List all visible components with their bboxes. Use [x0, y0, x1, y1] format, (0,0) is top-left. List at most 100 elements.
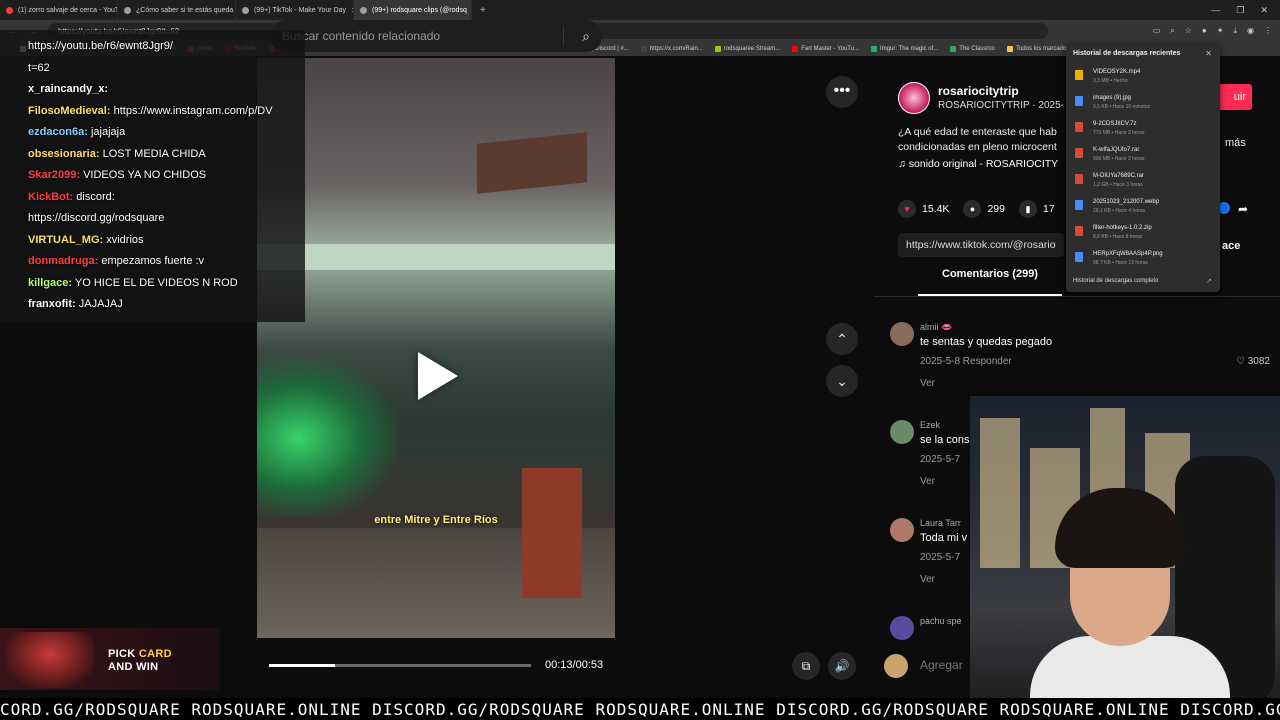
- comment-meta[interactable]: 2025-5-7: [920, 552, 960, 563]
- cast-icon[interactable]: ▭: [1153, 26, 1161, 36]
- creator-name[interactable]: rosariocitytrip: [938, 84, 1019, 98]
- bookmark-item[interactable]: Fart Master - YouTu...: [792, 46, 859, 52]
- download-item[interactable]: HERpXFqW8AASp4P.png 98,7 KB • Hace 13 hor…: [1073, 250, 1213, 274]
- browser-tab[interactable]: (1) zorro salvaje de cerca - YouT✕: [0, 0, 118, 20]
- menu-icon[interactable]: ⋮: [1264, 26, 1272, 36]
- city-building: [980, 418, 1020, 568]
- video-link-field[interactable]: https://www.tiktok.com/@rosario: [898, 233, 1064, 257]
- new-tab-button[interactable]: +: [472, 5, 494, 16]
- chat-username: KickBot:: [28, 190, 74, 203]
- tab-title: (1) zorro salvaje de cerca - YouT: [18, 6, 118, 14]
- download-item[interactable]: filter-hotkeys-1.0.2.zip 8,8 KB • Hace 8 …: [1073, 224, 1213, 248]
- bookmark-favicon-icon: [714, 46, 721, 52]
- commenter-name[interactable]: almii 👄: [920, 322, 952, 333]
- bookmark-favicon-icon: [1006, 46, 1013, 52]
- commenter-name[interactable]: Laura Tarr: [920, 518, 961, 528]
- bookmark-icon[interactable]: ▮: [1018, 200, 1037, 218]
- comment-stat[interactable]: ● 299: [963, 200, 1005, 218]
- profile-icon[interactable]: ◉: [1247, 26, 1254, 36]
- save-stat[interactable]: ▮ 17: [1018, 200, 1055, 218]
- more-options-icon[interactable]: •••: [826, 76, 858, 108]
- extension-icon[interactable]: ●: [1202, 26, 1207, 36]
- view-replies-link[interactable]: Ver: [920, 574, 935, 585]
- download-item[interactable]: M-DIUYa7689C.rar 1,2 GB • Hace 3 horas: [1073, 172, 1213, 196]
- minimize-icon[interactable]: —: [1211, 5, 1220, 16]
- sound-link[interactable]: ♫ sonido original - ROSARIOCITY: [898, 158, 1064, 170]
- video-player[interactable]: [257, 58, 615, 638]
- bookmark-item[interactable]: The Classroo: [950, 46, 995, 52]
- chat-message: https://discord.gg/rodsquare: [28, 208, 305, 230]
- file-type-icon: [1075, 174, 1083, 184]
- chat-text: JAJAJAJ: [78, 298, 123, 310]
- downloads-full-history-link[interactable]: Historial de descargas completo: [1073, 278, 1158, 284]
- download-icon[interactable]: ⤓: [1233, 26, 1237, 36]
- share-icon[interactable]: ➦: [1238, 202, 1248, 216]
- user-avatar: [884, 654, 908, 678]
- close-window-icon[interactable]: ✕: [1260, 5, 1268, 16]
- description-more[interactable]: más: [1225, 137, 1246, 149]
- volume-icon[interactable]: 🔊: [828, 652, 856, 680]
- commenter-name[interactable]: Ezek: [920, 420, 940, 430]
- pip-icon[interactable]: ⧉: [792, 652, 820, 680]
- like-stat[interactable]: ♥ 15.4K: [898, 200, 949, 218]
- view-replies-link[interactable]: Ver: [920, 476, 935, 487]
- close-icon[interactable]: ✕: [1205, 49, 1212, 58]
- star-icon[interactable]: ☆: [1185, 26, 1192, 36]
- download-filename: filter-hotkeys-1.0.2.zip: [1093, 225, 1152, 231]
- video-progress-bar[interactable]: [269, 664, 531, 667]
- add-comment-bar[interactable]: Agregar: [874, 646, 984, 686]
- download-meta: 773 MB • Hace 3 horas: [1093, 130, 1145, 136]
- like-count: 15.4K: [922, 203, 950, 215]
- chat-username: x_raincandy_x:: [28, 83, 109, 95]
- comment-likes[interactable]: ♡ 3082: [1236, 356, 1270, 367]
- view-replies-link[interactable]: Ver: [920, 378, 935, 389]
- bookmark-item[interactable]: Imgur: The magic of...: [871, 46, 938, 52]
- download-item[interactable]: K-wIfaJQUto7.rar 906 MB • Hace 3 horas: [1073, 146, 1213, 170]
- commenter-avatar[interactable]: [890, 616, 914, 640]
- comment-meta[interactable]: 2025-5-8 Responder: [920, 356, 1012, 367]
- search-input[interactable]: Buscar contenido relacionado ⌕: [270, 20, 602, 52]
- commenter-name[interactable]: pachu spe: [920, 616, 962, 626]
- bookmark-item[interactable]: https://x.com/Rain...: [640, 46, 703, 52]
- download-item[interactable]: 9-2CDSJIICV.7z 773 MB • Hace 3 horas: [1073, 120, 1213, 144]
- download-item[interactable]: VIDEOSY2K.mp4 3,3 MB • Hecho: [1073, 68, 1213, 92]
- external-link-icon[interactable]: ↗: [1206, 277, 1212, 285]
- maximize-icon[interactable]: ❐: [1236, 5, 1244, 16]
- creator-avatar[interactable]: [898, 82, 930, 114]
- bookmark-label: The Classroo: [959, 46, 995, 52]
- copy-link-button[interactable]: ace: [1222, 240, 1240, 252]
- zoom-icon[interactable]: ⌕: [1170, 26, 1174, 36]
- commenter-avatar[interactable]: [890, 420, 914, 444]
- commenter-avatar[interactable]: [890, 518, 914, 542]
- browser-tab[interactable]: (99+) TikTok - Make Your Day✕: [236, 0, 354, 20]
- chat-message: t=62: [28, 58, 305, 80]
- comment-icon[interactable]: ●: [963, 200, 982, 218]
- tab-title: (99+) TikTok - Make Your Day: [254, 6, 347, 14]
- download-meta: 28,1 KB • Hace 4 horas: [1093, 208, 1146, 214]
- bookmark-label: Imgur: The magic of...: [880, 46, 939, 52]
- play-icon[interactable]: [418, 352, 458, 400]
- previous-video-button[interactable]: ⌃: [826, 323, 858, 355]
- browser-tab-bar: (1) zorro salvaje de cerca - YouT✕¿Cómo …: [0, 0, 1280, 20]
- search-icon[interactable]: ⌕: [582, 28, 590, 45]
- next-video-button[interactable]: ⌄: [826, 365, 858, 397]
- browser-tab[interactable]: ¿Cómo saber si te estás queda✕: [118, 0, 236, 20]
- heart-icon[interactable]: ♥: [898, 200, 916, 218]
- bookmark-item[interactable]: Todos los marcadores: [1006, 46, 1075, 52]
- download-meta: 3,3 MB • Hecho: [1093, 78, 1128, 84]
- bookmark-item[interactable]: rodsquaree Stream...: [714, 46, 780, 52]
- tab-comments[interactable]: Comentarios (299): [918, 268, 1062, 296]
- promo-banner[interactable]: PICK CARD AND WIN: [0, 628, 220, 690]
- download-filename: images (9).jpg: [1093, 95, 1132, 101]
- commenter-avatar[interactable]: [890, 322, 914, 346]
- file-type-icon: [1075, 122, 1083, 132]
- puzzle-icon[interactable]: ✦: [1217, 26, 1224, 36]
- chat-username: killgace:: [28, 276, 73, 289]
- add-comment-placeholder: Agregar: [920, 658, 963, 672]
- download-item[interactable]: images (9).jpg 9,5 KB • Hace 10 minutos: [1073, 94, 1213, 118]
- download-item[interactable]: 20251023_212007.webp 28,1 KB • Hace 4 hor…: [1073, 198, 1213, 222]
- comment-item: almii 👄 te sentas y quedas pegado 2025-5-8…: [890, 322, 1280, 392]
- comment-meta[interactable]: 2025-5-7: [920, 454, 960, 465]
- chat-text: YO HICE EL DE VIDEOS N ROD: [74, 276, 238, 289]
- browser-tab[interactable]: (99+) rodsquare clips (@rodsq✕: [354, 0, 472, 20]
